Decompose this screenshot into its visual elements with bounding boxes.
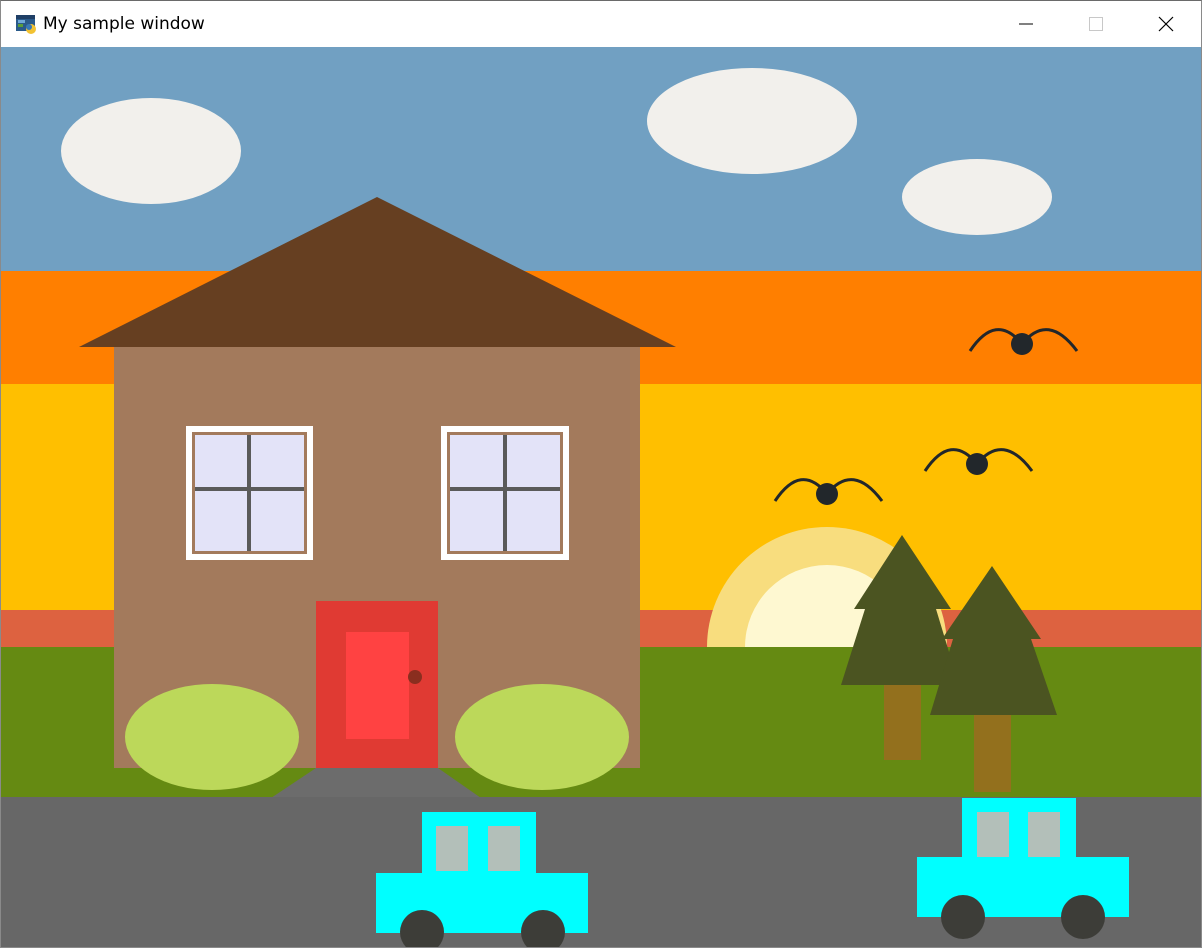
scene-svg <box>1 47 1201 947</box>
app-icon <box>16 15 36 34</box>
car-right-wheel-front <box>1061 895 1105 939</box>
car-left-window-rear <box>488 826 520 871</box>
title-bar[interactable]: My sample window <box>1 1 1201 47</box>
bird-left-body <box>816 483 838 505</box>
car-right-wheel-rear <box>941 895 985 939</box>
window-title: My sample window <box>43 14 205 34</box>
door-knob <box>408 670 422 684</box>
drawing-canvas[interactable] <box>1 47 1201 947</box>
door-panel <box>346 632 409 739</box>
cloud-left <box>61 98 241 204</box>
window-right-bar-v <box>503 435 507 551</box>
bird-middle-body <box>966 453 988 475</box>
car-right-window-rear <box>1028 812 1060 857</box>
window-left-bar-v <box>247 435 251 551</box>
window-left-bar-h <box>195 487 304 491</box>
window-left <box>186 426 313 560</box>
close-icon <box>1158 16 1174 32</box>
cloud-right <box>902 159 1052 235</box>
close-button[interactable] <box>1131 1 1201 47</box>
tree-back-trunk <box>884 682 921 760</box>
bird-top-body <box>1011 333 1033 355</box>
minimize-icon <box>1019 23 1033 25</box>
bush-left <box>125 684 299 790</box>
window-right <box>441 426 569 560</box>
tree-front-trunk <box>974 712 1011 792</box>
car-left-window-front <box>436 826 468 871</box>
cloud-center <box>647 68 857 174</box>
maximize-icon <box>1089 17 1103 31</box>
car-right-window-front <box>977 812 1009 857</box>
maximize-button[interactable] <box>1061 1 1131 47</box>
window-right-bar-h <box>450 487 560 491</box>
bush-right <box>455 684 629 790</box>
minimize-button[interactable] <box>991 1 1061 47</box>
door <box>316 601 438 768</box>
app-window: My sample window <box>0 0 1202 948</box>
